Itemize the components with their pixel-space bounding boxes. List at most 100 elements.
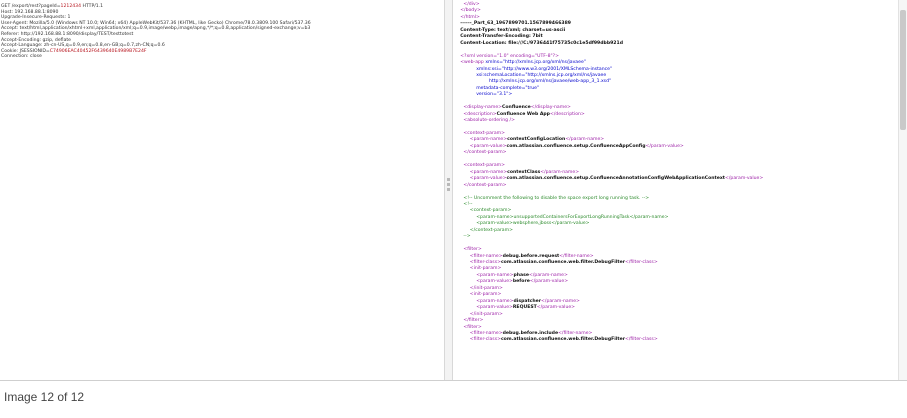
response-text: com.atlassian.confluence.web.filter.Debu…: [500, 337, 625, 343]
response-text: <filter-class>: [469, 337, 501, 343]
request-text: Connection: close: [1, 54, 42, 60]
request-text: Accept-Encoding: gzip, deflate: [1, 37, 72, 43]
response-text: <init-param>: [469, 266, 502, 272]
response-line: <param-name>contextClass</param-name>: [470, 170, 579, 175]
image-caption: Image 12 of 12: [4, 390, 85, 404]
response-text: <param-value>: [476, 305, 513, 311]
response-line: <param-name>phase</param-name>: [476, 273, 568, 278]
response-line: <param-value>websphere,jboss</param-valu…: [476, 221, 589, 226]
response-text: </param-name>: [529, 272, 568, 278]
response-line: </div>: [463, 2, 479, 7]
response-line: <display-name>Confluence</display-name>: [463, 105, 571, 110]
response-text: </param-name>: [540, 169, 580, 175]
response-text: </filter-class>: [624, 337, 658, 343]
request-text: Referer: http://192.168.88.1:8090/displa…: [1, 32, 134, 37]
response-text: <!--: [463, 201, 473, 207]
response-text: before: [512, 279, 530, 285]
response-text: <param-value>websphere,jboss</param-valu…: [476, 221, 590, 227]
response-line: </body>: [460, 8, 481, 13]
response-text: ------_Part_63_1967899701.1567899466389: [460, 21, 571, 27]
response-text: xsi:schemaLocation="http://xmlns.jcp.org…: [476, 72, 607, 78]
response-text: Content-Location: file:///C:/9736441f757…: [460, 40, 623, 46]
response-text: REQUEST: [512, 305, 537, 311]
response-text: </init-param>: [469, 311, 503, 317]
response-line: xmlns:xsi="http://www.w3.org/2001/XMLSch…: [476, 67, 612, 72]
response-line: <param-value>com.atlassian.confluence.se…: [470, 176, 763, 181]
response-text: </param-name>: [565, 137, 605, 143]
response-line: -->: [463, 234, 470, 239]
response-text: </param-name>: [541, 298, 580, 304]
response-line: <!--: [463, 202, 472, 207]
response-text: </body>: [460, 8, 481, 14]
response-line: <param-value>REQUEST</param-value>: [476, 305, 575, 310]
response-text: </param-value>: [645, 143, 684, 149]
response-line: Content-Transfer-Encoding: 7bit: [460, 34, 543, 39]
response-text: </filter-class>: [624, 260, 658, 265]
request-line: Accept-Language: zh-cn-US,q=0.9,en;q=0.8…: [1, 43, 165, 48]
response-text: </init-param>: [469, 285, 503, 291]
response-line: </context-param>: [470, 228, 513, 233]
response-text: </filter-name>: [558, 330, 593, 336]
splitter-grip-icon: [447, 183, 450, 186]
response-text: http://xmlns.jcp.org/xml/ns/javaee/web-a…: [489, 79, 612, 85]
response-text: <context-param>: [463, 131, 505, 136]
response-line: </context-param>: [463, 150, 506, 155]
response-line: <init-param>: [470, 292, 502, 297]
response-line: xsi:schemaLocation="http://xmlns.jcp.org…: [476, 73, 606, 78]
response-text: <param-name>: [476, 298, 514, 304]
response-line: <filter>: [463, 247, 481, 252]
response-text: </param-value>: [536, 305, 576, 311]
response-text: com.atlassian.confluence.setup.Confluenc…: [506, 143, 646, 149]
response-text: <filter>: [463, 247, 482, 253]
response-text: <description>: [463, 111, 497, 117]
response-text: -->: [463, 234, 471, 240]
response-line: <filter-class>com.atlassian.confluence.w…: [470, 260, 658, 265]
response-line: version="3.1">: [476, 92, 512, 97]
request-text: Upgrade-Insecure-Requests: 1: [1, 15, 71, 21]
response-text: </param-value>: [725, 176, 764, 182]
response-text: Confluence: [502, 105, 531, 111]
pane-splitter[interactable]: [444, 0, 453, 380]
response-text: <absolute-ordering />: [463, 118, 515, 124]
response-text: </filter>: [463, 318, 484, 324]
request-line: Host: 192.168.88.1:8090: [1, 10, 58, 15]
response-text: contextClass: [507, 169, 541, 175]
response-text: </div>: [463, 2, 480, 7]
response-line: <?xml version="1.0" encoding="UTF-8"?>: [460, 54, 559, 59]
response-text: xmlns:xsi="http://www.w3.org/2001/XMLSch…: [476, 66, 613, 72]
response-line: <param-name>dispatcher</param-name>: [476, 299, 580, 304]
response-line: <context-param>: [463, 163, 505, 168]
response-text: <param-name>: [476, 272, 514, 278]
request-pane: GET /export/rest?pageId=1212434 HTTP/1.1…: [0, 0, 444, 380]
response-line: <filter-name>debug.before.request</filte…: [470, 254, 594, 259]
response-line: </html>: [460, 15, 480, 20]
response-line: <context-param>: [463, 131, 505, 136]
response-pane: </div> </body> </html> ------_Part_63_19678…: [453, 0, 907, 380]
response-text: Content-Type: text/xml; charset=us-ascii: [460, 27, 566, 33]
response-text: <param-value>: [469, 143, 507, 149]
splitter-grip-icon: [447, 188, 450, 191]
response-text: <param-name>: [469, 169, 508, 175]
response-line: <description>Confluence Web App</descrip…: [463, 112, 584, 117]
response-line: ------_Part_63_1967899701.1567899466389: [460, 21, 571, 26]
response-text: <!-- Uncomment the following to disable …: [463, 195, 650, 201]
response-text: </html>: [460, 14, 480, 20]
response-text: dispatcher: [513, 298, 542, 304]
response-line: <absolute-ordering />: [463, 118, 515, 123]
response-line: </context-param>: [463, 183, 506, 188]
response-text: <param-value>: [469, 176, 507, 182]
scrollbar-thumb[interactable]: [900, 10, 906, 130]
response-text: <filter-name>: [469, 253, 503, 259]
response-text: xmlns="http://xmlns.jcp.org/xml/ns/javae…: [485, 60, 586, 66]
response-text: <web-app: [460, 60, 486, 66]
response-line: <context-param>: [470, 208, 512, 213]
request-line: GET /export/rest?pageId=1212434 HTTP/1.1: [1, 4, 103, 9]
request-text: HTTP/1.1: [81, 4, 104, 9]
response-scrollbar[interactable]: [898, 0, 907, 380]
response-line: <!-- Uncomment the following to disable …: [463, 196, 649, 201]
response-text: contextConfigLocation: [507, 137, 566, 143]
response-line: </init-param>: [470, 312, 503, 317]
response-line: <param-value>com.atlassian.confluence.se…: [470, 144, 684, 149]
response-text: <filter>: [463, 324, 482, 330]
response-text: </filter-name>: [559, 253, 594, 259]
